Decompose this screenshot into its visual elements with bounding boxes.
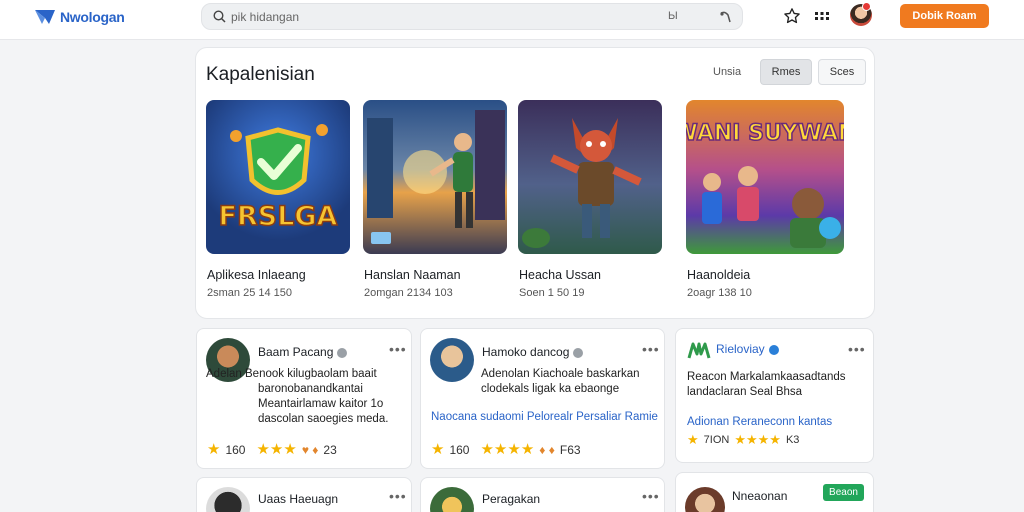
game-art-icon [367, 110, 505, 244]
post-card[interactable]: Uaas Haeuagn ••• [196, 477, 412, 512]
author-name[interactable]: Baam Pacang [258, 345, 348, 359]
svg-text:FRSLGA: FRSLGA [219, 201, 338, 232]
post-card[interactable]: Nneaonan Beaon [675, 472, 874, 512]
game-thumbnail[interactable] [363, 100, 507, 254]
logo-text: Nwologan [60, 9, 125, 25]
more-options-icon[interactable]: ••• [848, 341, 866, 357]
segment-button-b[interactable]: Sces [818, 59, 866, 85]
svg-text:WANI SUYWAN: WANI SUYWAN [686, 121, 844, 146]
segment-button-a[interactable]: Rmes [760, 59, 812, 85]
author-name[interactable]: Peragakan [482, 492, 540, 506]
author-avatar[interactable] [430, 338, 474, 382]
rating-count: 7ION [703, 433, 730, 446]
post-body: Reacon Markalamkaasadtands landaclaran S… [687, 371, 846, 398]
author-name[interactable]: Nneaonan [732, 489, 787, 503]
post-rating: ★ 160 ★★★ ♥ ♦ 23 [207, 441, 337, 458]
more-options-icon[interactable]: ••• [642, 341, 660, 357]
star-icon: ★ [207, 441, 221, 458]
verified-icon [573, 347, 584, 358]
game-meta: 2omgan 2134 103 [364, 287, 453, 299]
primary-cta-button[interactable]: Dobik Roam [900, 4, 989, 28]
top-bar: Nwologan Ы Dobik Roam [0, 0, 1024, 40]
featured-panel: Kapalenisian Unsia Rmes Sces FRSLGA Apli… [195, 47, 875, 319]
author-avatar[interactable] [685, 487, 725, 512]
rating-extra: K3 [785, 433, 800, 446]
rating-count: 160 [225, 442, 246, 457]
rating-extra: 23 [323, 442, 337, 457]
post-card[interactable]: Rieloviay ••• Reacon Markalamkaasadtands… [675, 328, 874, 463]
author-name[interactable]: Uaas Haeuagn [258, 492, 338, 506]
more-options-icon[interactable]: ••• [389, 488, 407, 504]
author-name[interactable]: Hamoko dancog [482, 345, 584, 359]
app-logo[interactable]: Nwologan [34, 6, 125, 28]
game-meta: 2oagr 138 10 [687, 287, 752, 299]
grid-icon [815, 12, 829, 20]
star-icon: ★ [687, 432, 699, 447]
author-avatar[interactable] [430, 487, 474, 512]
post-card[interactable]: Peragakan ••• [420, 477, 665, 512]
game-title: Haanoldeia [687, 268, 751, 282]
post-card[interactable]: Hamoko dancog ••• Adenolan Kiachoale bas… [420, 328, 665, 469]
game-thumbnail[interactable] [518, 100, 662, 254]
more-options-icon[interactable]: ••• [389, 341, 407, 357]
post-tags[interactable]: Naocana sudaomi Pelorealr Persaliar Rami… [431, 411, 658, 423]
rating-count: 160 [449, 442, 470, 457]
search-icon [213, 10, 226, 23]
more-options-icon[interactable]: ••• [642, 488, 660, 504]
post-rating: ★ 160 ★★★★ ♦ ♦ F63 [431, 441, 581, 458]
notification-badge [862, 2, 871, 11]
favorites-button[interactable] [782, 6, 802, 26]
search-input[interactable] [231, 7, 611, 26]
verified-icon [337, 347, 348, 358]
search-shortcut-badge: Ы [668, 10, 678, 22]
game-thumbnail[interactable]: FRSLGA [206, 100, 350, 254]
game-title: Aplikesa Inlaeang [207, 268, 306, 282]
post-card[interactable]: Baam Pacang ••• Adelan Benook kilugbaola… [196, 328, 412, 469]
post-body: Adelan Benook kilugbaolam baait baronoba… [206, 368, 389, 425]
game-thumbnail[interactable]: WANI SUYWAN [686, 100, 844, 254]
voice-search-icon[interactable] [719, 10, 731, 24]
game-title: Hanslan Naaman [364, 268, 461, 282]
game-art-icon: WANI SUYWAN [686, 120, 844, 248]
game-card[interactable]: FRSLGA Aplikesa Inlaeang 2sman 25 14 150 [206, 100, 350, 299]
game-card[interactable]: Hanslan Naaman 2omgan 2134 103 [363, 100, 507, 299]
game-meta: 2sman 25 14 150 [207, 287, 293, 299]
game-card[interactable]: Heacha Ussan Soen 1 50 19 [518, 100, 662, 299]
author-avatar[interactable] [206, 487, 250, 512]
game-art-icon: FRSLGA [218, 124, 338, 233]
rating-extra: F63 [559, 442, 581, 457]
author-name[interactable]: Rieloviay [716, 342, 779, 356]
search-bar[interactable]: Ы [201, 3, 743, 30]
logo-icon [35, 10, 55, 24]
game-card[interactable]: WANI SUYWAN Haanoldeia 2oagr 138 10 [686, 100, 844, 299]
game-art-icon [522, 118, 642, 248]
verified-icon [768, 344, 779, 355]
apps-grid-button[interactable] [812, 6, 832, 26]
panel-title: Kapalenisian [206, 64, 315, 85]
post-rating: ★ 7ION ★★★★ K3 [687, 432, 800, 447]
post-body: Adenolan Kiachoale baskarkan clodekals l… [481, 368, 640, 395]
post-tags[interactable]: Adionan Reraneconn kantas [687, 416, 832, 428]
game-meta: Soen 1 50 19 [519, 287, 585, 299]
follow-button[interactable]: Beaon [823, 484, 864, 501]
game-title: Heacha Ussan [519, 268, 601, 282]
star-outline-icon [784, 8, 800, 24]
star-icon: ★ [431, 441, 445, 458]
brand-logo-icon [687, 342, 711, 359]
segment-label: Unsia [713, 66, 742, 78]
